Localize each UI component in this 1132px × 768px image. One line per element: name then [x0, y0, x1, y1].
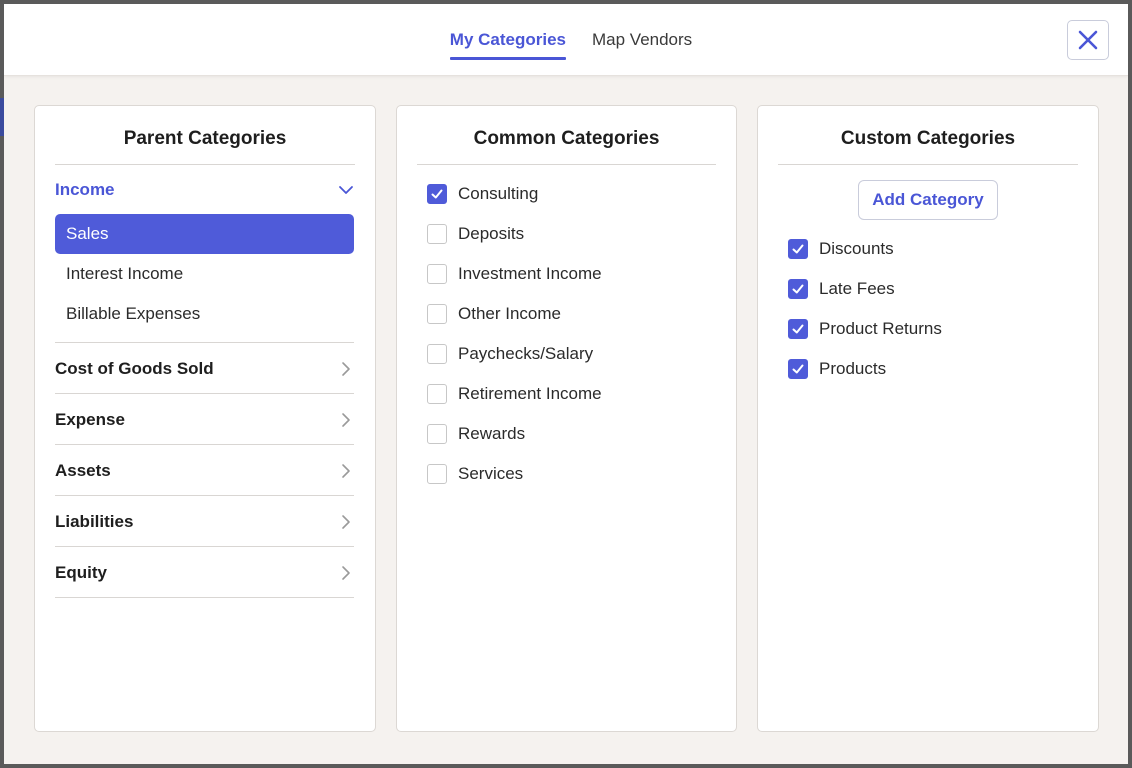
add-category-button[interactable]: Add Category — [858, 180, 998, 220]
panel-title-parent: Parent Categories — [55, 106, 355, 165]
parent-item-label: Assets — [55, 461, 111, 480]
sub-item-interest-income[interactable]: Interest Income — [55, 254, 354, 294]
parent-item-income[interactable]: Income — [55, 166, 354, 214]
parent-categories-panel: Parent Categories Income Sales Interest … — [34, 105, 376, 732]
parent-item-label: Expense — [55, 410, 125, 429]
checkbox[interactable] — [427, 304, 447, 324]
checkbox-label: Consulting — [458, 184, 539, 203]
parent-item-expense[interactable]: Expense — [55, 394, 354, 444]
common-item-services[interactable]: Services — [427, 454, 716, 494]
checkbox-label: Product Returns — [819, 319, 942, 338]
chevron-right-icon — [342, 362, 350, 376]
checkbox-label: Late Fees — [819, 279, 895, 298]
parent-group-cogs: Cost of Goods Sold — [55, 343, 354, 394]
parent-item-label: Income — [55, 180, 115, 199]
chevron-right-icon — [342, 566, 350, 580]
common-categories-panel: Common Categories Consulting Deposits In… — [396, 105, 737, 732]
sub-item-sales[interactable]: Sales — [55, 214, 354, 254]
common-item-rewards[interactable]: Rewards — [427, 414, 716, 454]
close-button[interactable] — [1067, 20, 1109, 60]
panel-title-custom: Custom Categories — [778, 106, 1078, 165]
categories-modal: My Categories Map Vendors Parent Categor… — [4, 4, 1128, 764]
checkbox-label: Paychecks/Salary — [458, 344, 594, 363]
checkbox-label: Investment Income — [458, 264, 602, 283]
custom-item-product-returns[interactable]: Product Returns — [788, 309, 1078, 349]
checkbox[interactable] — [427, 184, 447, 204]
chevron-right-icon — [342, 413, 350, 427]
chevron-down-icon — [339, 186, 353, 194]
sub-item-billable-expenses[interactable]: Billable Expenses — [55, 294, 354, 334]
checkbox[interactable] — [788, 239, 808, 259]
close-x-icon — [1078, 30, 1098, 50]
parent-group-expense: Expense — [55, 394, 354, 445]
common-item-deposits[interactable]: Deposits — [427, 214, 716, 254]
check-icon — [792, 244, 804, 254]
checkbox[interactable] — [788, 319, 808, 339]
checkbox[interactable] — [427, 224, 447, 244]
check-icon — [431, 189, 443, 199]
parent-item-liabilities[interactable]: Liabilities — [55, 496, 354, 546]
parent-item-cost-of-goods-sold[interactable]: Cost of Goods Sold — [55, 343, 354, 393]
custom-item-discounts[interactable]: Discounts — [788, 229, 1078, 269]
common-category-list: Consulting Deposits Investment Income Ot… — [427, 174, 716, 494]
tab-map-vendors[interactable]: Map Vendors — [592, 30, 692, 60]
common-item-retirement-income[interactable]: Retirement Income — [427, 374, 716, 414]
parent-category-list: Income Sales Interest Income Billable Ex… — [55, 166, 354, 598]
checkbox-label: Rewards — [458, 424, 526, 443]
parent-item-label: Cost of Goods Sold — [55, 359, 214, 378]
chevron-right-icon — [342, 515, 350, 529]
parent-item-assets[interactable]: Assets — [55, 445, 354, 495]
check-icon — [792, 284, 804, 294]
checkbox-label: Discounts — [819, 239, 894, 258]
checkbox[interactable] — [427, 464, 447, 484]
custom-item-late-fees[interactable]: Late Fees — [788, 269, 1078, 309]
parent-group-equity: Equity — [55, 547, 354, 598]
modal-header: My Categories Map Vendors — [4, 4, 1128, 76]
tab-bar: My Categories Map Vendors — [4, 4, 1128, 76]
checkbox-label: Other Income — [458, 304, 561, 323]
common-item-consulting[interactable]: Consulting — [427, 174, 716, 214]
check-icon — [792, 324, 804, 334]
custom-categories-panel: Custom Categories Add Category Discounts… — [757, 105, 1099, 732]
custom-item-products[interactable]: Products — [788, 349, 1078, 389]
parent-group-assets: Assets — [55, 445, 354, 496]
checkbox-label: Services — [458, 464, 524, 483]
common-item-paychecks-salary[interactable]: Paychecks/Salary — [427, 334, 716, 374]
parent-item-equity[interactable]: Equity — [55, 547, 354, 597]
checkbox[interactable] — [427, 264, 447, 284]
check-icon — [792, 364, 804, 374]
parent-item-label: Liabilities — [55, 512, 134, 531]
checkbox[interactable] — [788, 279, 808, 299]
checkbox[interactable] — [427, 344, 447, 364]
panel-title-common: Common Categories — [417, 106, 716, 165]
tab-my-categories[interactable]: My Categories — [449, 30, 567, 60]
common-item-other-income[interactable]: Other Income — [427, 294, 716, 334]
chevron-right-icon — [342, 464, 350, 478]
parent-group-income: Income Sales Interest Income Billable Ex… — [55, 166, 354, 343]
custom-category-list: Discounts Late Fees Product Returns Prod… — [788, 229, 1078, 389]
checkbox[interactable] — [788, 359, 808, 379]
parent-item-label: Equity — [55, 563, 107, 582]
common-item-investment-income[interactable]: Investment Income — [427, 254, 716, 294]
checkbox-label: Products — [819, 359, 887, 378]
checkbox-label: Deposits — [458, 224, 525, 243]
parent-group-liabilities: Liabilities — [55, 496, 354, 547]
checkbox[interactable] — [427, 424, 447, 444]
checkbox[interactable] — [427, 384, 447, 404]
checkbox-label: Retirement Income — [458, 384, 602, 403]
